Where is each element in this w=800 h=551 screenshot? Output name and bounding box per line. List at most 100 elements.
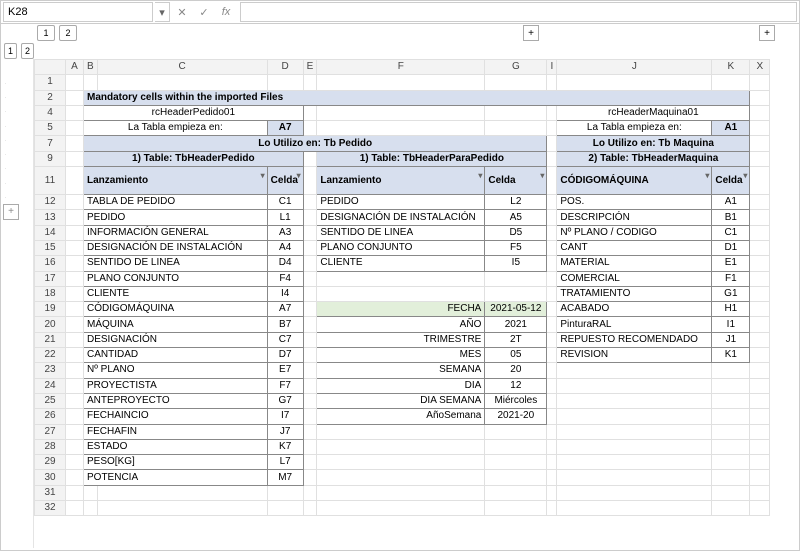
cell[interactable]: PROYECTISTA: [84, 378, 268, 393]
cell[interactable]: SENTIDO DE LINEA: [84, 256, 268, 271]
cell[interactable]: DESCRIPCIÓN: [557, 210, 712, 225]
row-header[interactable]: 1: [35, 75, 66, 90]
row-header[interactable]: 31: [35, 485, 66, 500]
cell[interactable]: MÁQUINA: [84, 317, 268, 332]
cell[interactable]: A3: [267, 225, 303, 240]
cell[interactable]: TRATAMIENTO: [557, 286, 712, 301]
row-header[interactable]: 22: [35, 348, 66, 363]
cell[interactable]: A5: [485, 210, 547, 225]
cell[interactable]: PESO[KG]: [84, 455, 268, 470]
cell[interactable]: I4: [267, 286, 303, 301]
row-header[interactable]: 21: [35, 332, 66, 347]
cell[interactable]: G7: [267, 393, 303, 408]
row-header[interactable]: 16: [35, 256, 66, 271]
row-header[interactable]: 24: [35, 378, 66, 393]
row-header[interactable]: 9: [35, 151, 66, 166]
cell[interactable]: SENTIDO DE LINEA: [317, 225, 485, 240]
row-header[interactable]: 18: [35, 286, 66, 301]
row-header[interactable]: 23: [35, 363, 66, 378]
cell[interactable]: ACABADO: [557, 302, 712, 317]
row-header[interactable]: 25: [35, 393, 66, 408]
cell[interactable]: L1: [267, 210, 303, 225]
cell[interactable]: M7: [267, 470, 303, 485]
cell[interactable]: C1: [712, 225, 750, 240]
confirm-icon[interactable]: ✓: [194, 3, 214, 21]
name-box-dropdown[interactable]: ▾: [155, 2, 170, 22]
row-header[interactable]: 11: [35, 167, 66, 195]
cell[interactable]: CLIENTE: [317, 256, 485, 271]
formula-input[interactable]: [240, 2, 797, 22]
row-header[interactable]: 14: [35, 225, 66, 240]
cell[interactable]: B1: [712, 210, 750, 225]
cell[interactable]: F4: [267, 271, 303, 286]
cell[interactable]: PLANO CONJUNTO: [317, 240, 485, 255]
cell[interactable]: REPUESTO RECOMENDADO: [557, 332, 712, 347]
column-headers[interactable]: AB CD EF GI JK X: [35, 60, 770, 75]
row-header[interactable]: 13: [35, 210, 66, 225]
col-group-expand-1[interactable]: +: [523, 25, 539, 41]
row-header[interactable]: 19: [35, 302, 66, 317]
row-header[interactable]: 4: [35, 105, 66, 120]
cell[interactable]: INFORMACIÓN GENERAL: [84, 225, 268, 240]
row-header[interactable]: 32: [35, 501, 66, 516]
cell[interactable]: K7: [267, 439, 303, 454]
col-outline-level-2[interactable]: 2: [59, 25, 77, 41]
cell[interactable]: F1: [712, 271, 750, 286]
cell[interactable]: DESIGNACIÓN: [84, 332, 268, 347]
row-header[interactable]: 20: [35, 317, 66, 332]
cancel-icon[interactable]: ✕: [172, 3, 192, 21]
cell[interactable]: POTENCIA: [84, 470, 268, 485]
cell[interactable]: ESTADO: [84, 439, 268, 454]
cell[interactable]: I5: [485, 256, 547, 271]
cell[interactable]: CANT: [557, 240, 712, 255]
cell[interactable]: FECHAFIN: [84, 424, 268, 439]
cell[interactable]: E1: [712, 256, 750, 271]
row-header[interactable]: 7: [35, 136, 66, 151]
row-header[interactable]: 27: [35, 424, 66, 439]
cell[interactable]: I7: [267, 409, 303, 424]
cell[interactable]: L7: [267, 455, 303, 470]
row-outline-level-2[interactable]: 2: [21, 43, 34, 59]
cell[interactable]: J1: [712, 332, 750, 347]
cell[interactable]: F7: [267, 378, 303, 393]
cell[interactable]: PEDIDO: [317, 195, 485, 210]
row-header[interactable]: 17: [35, 271, 66, 286]
cell[interactable]: ANTEPROYECTO: [84, 393, 268, 408]
cell[interactable]: C1: [267, 195, 303, 210]
cell[interactable]: POS.: [557, 195, 712, 210]
cell[interactable]: H1: [712, 302, 750, 317]
cell[interactable]: I1: [712, 317, 750, 332]
cell[interactable]: PinturaRAL: [557, 317, 712, 332]
cell[interactable]: K1: [712, 348, 750, 363]
row-header[interactable]: 30: [35, 470, 66, 485]
cell[interactable]: Nº PLANO: [84, 363, 268, 378]
cell[interactable]: PLANO CONJUNTO: [84, 271, 268, 286]
cell[interactable]: REVISION: [557, 348, 712, 363]
fx-icon[interactable]: fx: [216, 3, 236, 21]
row-group-expand[interactable]: +: [3, 204, 19, 220]
cell[interactable]: J7: [267, 424, 303, 439]
cell[interactable]: L2: [485, 195, 547, 210]
cell[interactable]: COMERCIAL: [557, 271, 712, 286]
row-outline-level-1[interactable]: 1: [4, 43, 17, 59]
row-header[interactable]: 28: [35, 439, 66, 454]
cell[interactable]: CANTIDAD: [84, 348, 268, 363]
cell[interactable]: CLIENTE: [84, 286, 268, 301]
cell[interactable]: F5: [485, 240, 547, 255]
cell[interactable]: A1: [712, 195, 750, 210]
row-header[interactable]: 29: [35, 455, 66, 470]
cell[interactable]: MATERIAL: [557, 256, 712, 271]
cell-grid[interactable]: AB CD EF GI JK X 12Mandatory cells withi…: [34, 59, 799, 548]
row-header[interactable]: 26: [35, 409, 66, 424]
cell[interactable]: DESIGNACIÓN DE INSTALACIÓN: [84, 240, 268, 255]
col-outline-level-1[interactable]: 1: [37, 25, 55, 41]
cell[interactable]: D4: [267, 256, 303, 271]
cell[interactable]: A7: [267, 302, 303, 317]
name-box[interactable]: K28: [3, 2, 153, 22]
cell[interactable]: C7: [267, 332, 303, 347]
row-header[interactable]: 12: [35, 195, 66, 210]
cell[interactable]: FECHAINCIO: [84, 409, 268, 424]
row-header[interactable]: 5: [35, 121, 66, 136]
cell[interactable]: Nº PLANO / CODIGO: [557, 225, 712, 240]
cell[interactable]: DESIGNACIÓN DE INSTALACIÓN: [317, 210, 485, 225]
